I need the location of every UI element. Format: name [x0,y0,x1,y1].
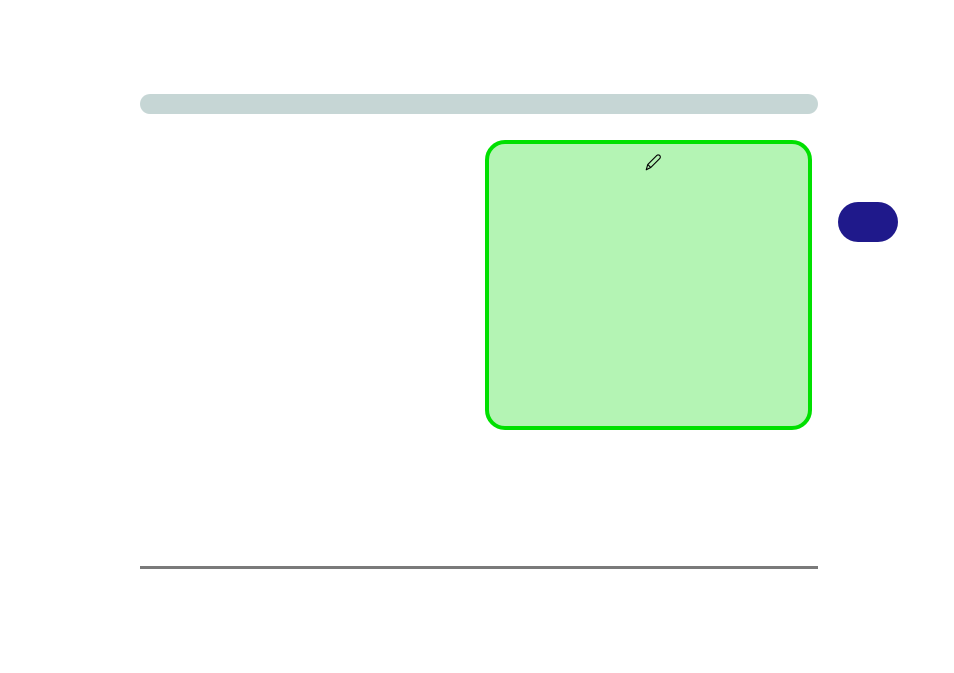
pen-icon[interactable] [644,154,662,172]
side-pill-button[interactable] [838,202,898,242]
top-bar [140,94,818,114]
green-panel[interactable] [485,140,812,430]
divider-line [140,566,818,569]
